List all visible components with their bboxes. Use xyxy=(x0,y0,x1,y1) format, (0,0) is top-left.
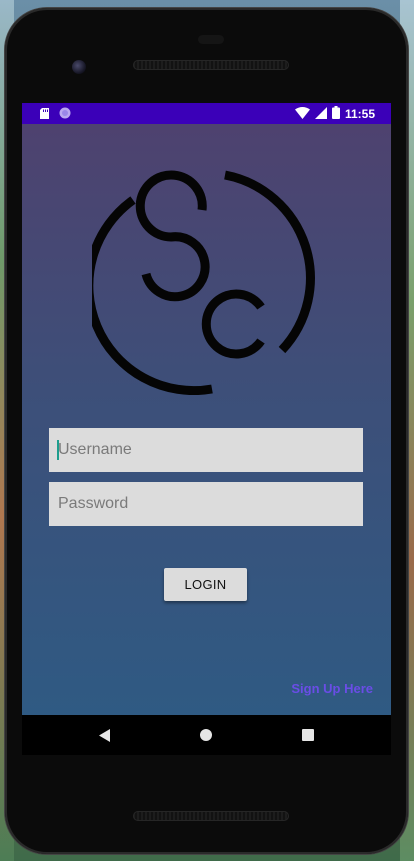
status-bar-left-icons xyxy=(40,107,71,122)
home-icon[interactable] xyxy=(194,725,218,745)
status-bar: 11:55 xyxy=(22,103,391,124)
status-bar-right-icons: 11:55 xyxy=(294,106,375,122)
username-field[interactable] xyxy=(58,441,363,459)
navigation-bar xyxy=(22,715,391,755)
login-button[interactable]: LOGIN xyxy=(164,568,247,601)
password-field[interactable] xyxy=(58,495,363,513)
sc-logo-icon xyxy=(92,170,315,395)
top-sensor-slot xyxy=(198,35,224,44)
username-field-container xyxy=(49,428,363,472)
device-screen: 11:55 LOGIN Sign Up Here xyxy=(22,103,391,755)
sd-card-icon xyxy=(40,107,49,122)
status-time: 11:55 xyxy=(344,107,375,121)
signup-link[interactable]: Sign Up Here xyxy=(291,681,373,696)
password-field-container xyxy=(49,482,363,526)
wifi-icon xyxy=(294,106,310,122)
circle-indicator-icon xyxy=(59,107,71,122)
cellular-signal-icon xyxy=(314,106,327,122)
text-cursor xyxy=(57,440,59,460)
battery-icon xyxy=(331,106,340,122)
recents-icon[interactable] xyxy=(296,725,320,745)
back-icon[interactable] xyxy=(93,725,117,745)
front-camera xyxy=(72,60,86,74)
bottom-speaker-grille xyxy=(133,811,289,821)
login-screen: LOGIN Sign Up Here xyxy=(22,124,391,715)
top-speaker-grille xyxy=(133,60,289,70)
